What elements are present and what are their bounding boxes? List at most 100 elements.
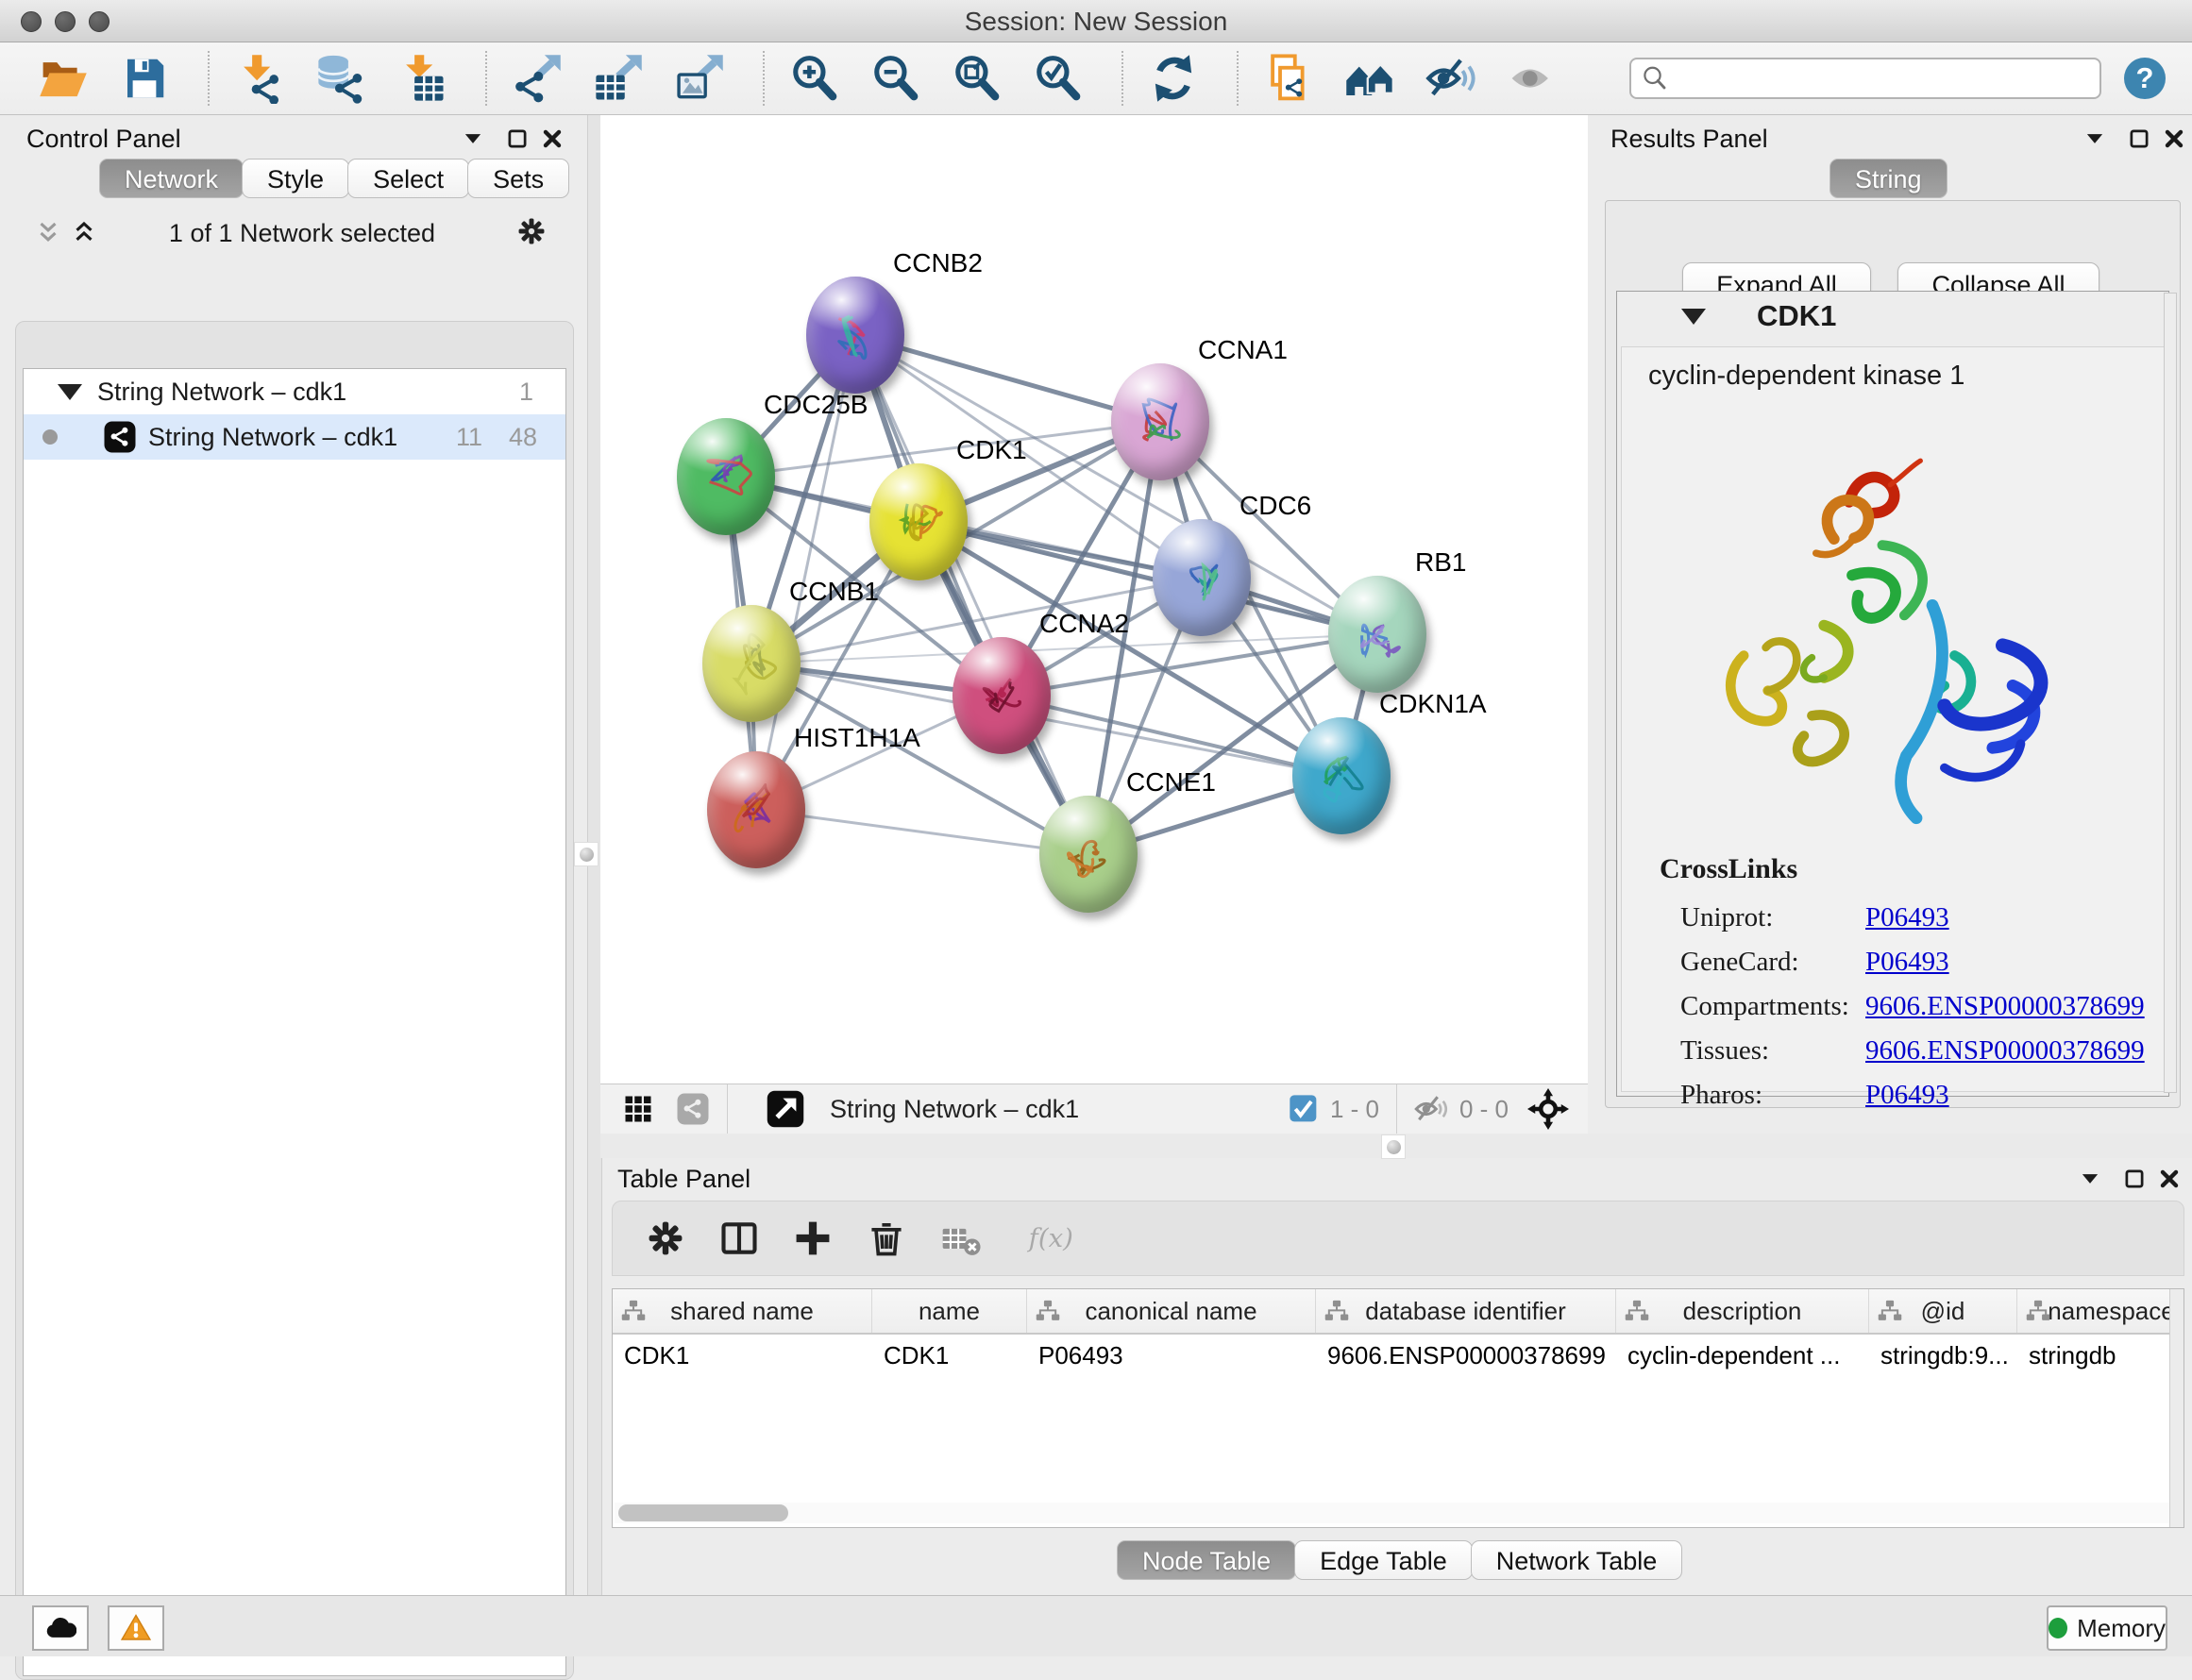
split-columns-icon[interactable]	[718, 1218, 760, 1259]
toolbar-separator	[1121, 51, 1123, 106]
table-cell[interactable]: stringdb	[2017, 1335, 2184, 1378]
network-collection-row[interactable]: String Network – cdk1 1	[24, 369, 565, 414]
panel-float-icon[interactable]	[2127, 126, 2151, 151]
network-node-rb1[interactable]	[1328, 576, 1426, 693]
column-header-name[interactable]: name	[872, 1289, 1027, 1333]
network-node-cdkn1a[interactable]	[1292, 717, 1391, 834]
tab-node-table[interactable]: Node Table	[1117, 1540, 1296, 1580]
section-collapse-triangle[interactable]	[1681, 309, 1706, 325]
collection-expand-triangle[interactable]	[58, 384, 82, 400]
panel-close-icon[interactable]	[2162, 126, 2186, 151]
tab-network[interactable]: Network	[99, 159, 244, 198]
selected-items-checkbox[interactable]	[1289, 1094, 1319, 1124]
table-tabs: Node TableEdge TableNetwork Table	[1119, 1540, 1682, 1580]
table-cell[interactable]: 9606.ENSP00000378699	[1316, 1335, 1616, 1378]
export-network-icon[interactable]	[512, 53, 563, 104]
pan-crosshair-icon[interactable]	[1527, 1088, 1569, 1130]
search-box[interactable]	[1629, 58, 2101, 99]
results-scrollbar[interactable]	[2164, 293, 2177, 1093]
node-label-ccnb1: CCNB1	[789, 577, 879, 607]
network-node-ccnb1[interactable]	[702, 605, 801, 722]
cloud-status-button[interactable]	[32, 1605, 89, 1651]
network-node-cdc25b[interactable]	[677, 418, 775, 535]
export-image-icon[interactable]	[674, 53, 725, 104]
hidden-items-icon[interactable]	[1414, 1092, 1448, 1126]
first-neighbors-icon[interactable]	[1344, 53, 1395, 104]
network-canvas[interactable]: CCNB2CCNA1CDC25BCDK1CDC6RB1CCNB1CCNA2CDK…	[600, 115, 1588, 1084]
crosslink-link[interactable]: 9606.ENSP00000378699	[1865, 991, 2145, 1021]
horizontal-splitter-handle[interactable]	[1381, 1134, 1406, 1159]
collapse-all-icon[interactable]	[34, 219, 62, 247]
import-table-from-file-icon[interactable]	[396, 53, 447, 104]
table-cell[interactable]: P06493	[1027, 1335, 1316, 1378]
zoom-selected-icon[interactable]	[1033, 53, 1084, 104]
panel-menu-icon[interactable]	[2082, 126, 2107, 151]
zoom-in-icon[interactable]	[789, 53, 840, 104]
table-cell[interactable]: cyclin-dependent ...	[1616, 1335, 1869, 1378]
network-node-ccna1[interactable]	[1111, 363, 1209, 480]
crosslink-link[interactable]: P06493	[1865, 1080, 1949, 1110]
network-node-ccna2[interactable]	[953, 637, 1051, 754]
birdseye-grid-icon[interactable]	[621, 1092, 655, 1126]
crosslink-link[interactable]: P06493	[1865, 902, 1949, 932]
panel-menu-icon[interactable]	[2078, 1167, 2102, 1191]
network-node-hist1h1a[interactable]	[707, 751, 805, 868]
table-cell[interactable]: stringdb:9...	[1869, 1335, 2017, 1378]
hide-selected-icon[interactable]	[1425, 53, 1476, 104]
add-column-icon[interactable]	[792, 1218, 834, 1259]
column-header-@id[interactable]: @id	[1869, 1289, 2017, 1333]
search-input[interactable]	[1677, 63, 2086, 94]
network-node-ccnb2[interactable]	[806, 277, 904, 394]
export-table-icon[interactable]	[593, 53, 644, 104]
network-row[interactable]: String Network – cdk1 11 48	[24, 414, 565, 460]
warnings-button[interactable]	[108, 1605, 164, 1651]
panel-close-icon[interactable]	[540, 126, 565, 151]
panel-float-icon[interactable]	[2122, 1167, 2147, 1191]
help-button[interactable]: ?	[2122, 56, 2167, 101]
scrollbar-thumb[interactable]	[618, 1504, 788, 1521]
network-node-ccne1[interactable]	[1039, 796, 1138, 913]
open-file-icon[interactable]	[38, 53, 89, 104]
detach-view-icon[interactable]	[766, 1089, 805, 1129]
table-horizontal-scrollbar[interactable]	[615, 1503, 2170, 1523]
network-edge[interactable]	[1002, 696, 1341, 776]
left-splitter-handle[interactable]	[574, 842, 599, 866]
crosslink-link[interactable]: P06493	[1865, 947, 1949, 977]
column-header-database-identifier[interactable]: database identifier	[1316, 1289, 1616, 1333]
network-edge[interactable]	[855, 335, 1088, 854]
memory-button[interactable]: Memory	[2047, 1605, 2167, 1651]
panel-menu-icon[interactable]	[461, 126, 485, 151]
import-network-from-file-icon[interactable]	[234, 53, 285, 104]
tab-string[interactable]: String	[1829, 159, 1948, 198]
tab-select[interactable]: Select	[347, 159, 469, 198]
table-cell[interactable]: CDK1	[872, 1335, 1027, 1378]
table-cell[interactable]: CDK1	[613, 1335, 872, 1378]
network-node-cdk1[interactable]	[869, 463, 968, 580]
tab-edge-table[interactable]: Edge Table	[1294, 1540, 1473, 1580]
network-options-gear-icon[interactable]	[515, 215, 548, 247]
table-row[interactable]: CDK1CDK1P064939606.ENSP00000378699cyclin…	[613, 1335, 2184, 1378]
crosslink-link[interactable]: 9606.ENSP00000378699	[1865, 1035, 2145, 1066]
zoom-out-icon[interactable]	[870, 53, 921, 104]
show-all-icon[interactable]	[1507, 53, 1558, 104]
tab-network-table[interactable]: Network Table	[1471, 1540, 1683, 1580]
import-network-from-database-icon[interactable]	[315, 53, 366, 104]
panel-float-icon[interactable]	[505, 126, 530, 151]
fit-content-icon[interactable]	[952, 53, 1003, 104]
column-header-canonical-name[interactable]: canonical name	[1027, 1289, 1316, 1333]
network-overview-icon[interactable]	[676, 1092, 710, 1126]
expand-all-icon[interactable]	[70, 219, 98, 247]
tab-style[interactable]: Style	[242, 159, 349, 198]
duplicate-network-icon[interactable]	[1263, 53, 1314, 104]
table-settings-icon[interactable]	[645, 1218, 686, 1259]
column-header-shared-name[interactable]: shared name	[613, 1289, 872, 1333]
table-vertical-scrollbar[interactable]	[2169, 1289, 2184, 1527]
column-header-namespace[interactable]: namespace	[2017, 1289, 2184, 1333]
column-header-description[interactable]: description	[1616, 1289, 1869, 1333]
panel-close-icon[interactable]	[2157, 1167, 2182, 1191]
refresh-view-icon[interactable]	[1148, 53, 1199, 104]
save-session-icon[interactable]	[119, 53, 170, 104]
delete-column-icon[interactable]	[866, 1218, 907, 1259]
network-node-cdc6[interactable]	[1153, 519, 1251, 636]
tab-sets[interactable]: Sets	[467, 159, 569, 198]
